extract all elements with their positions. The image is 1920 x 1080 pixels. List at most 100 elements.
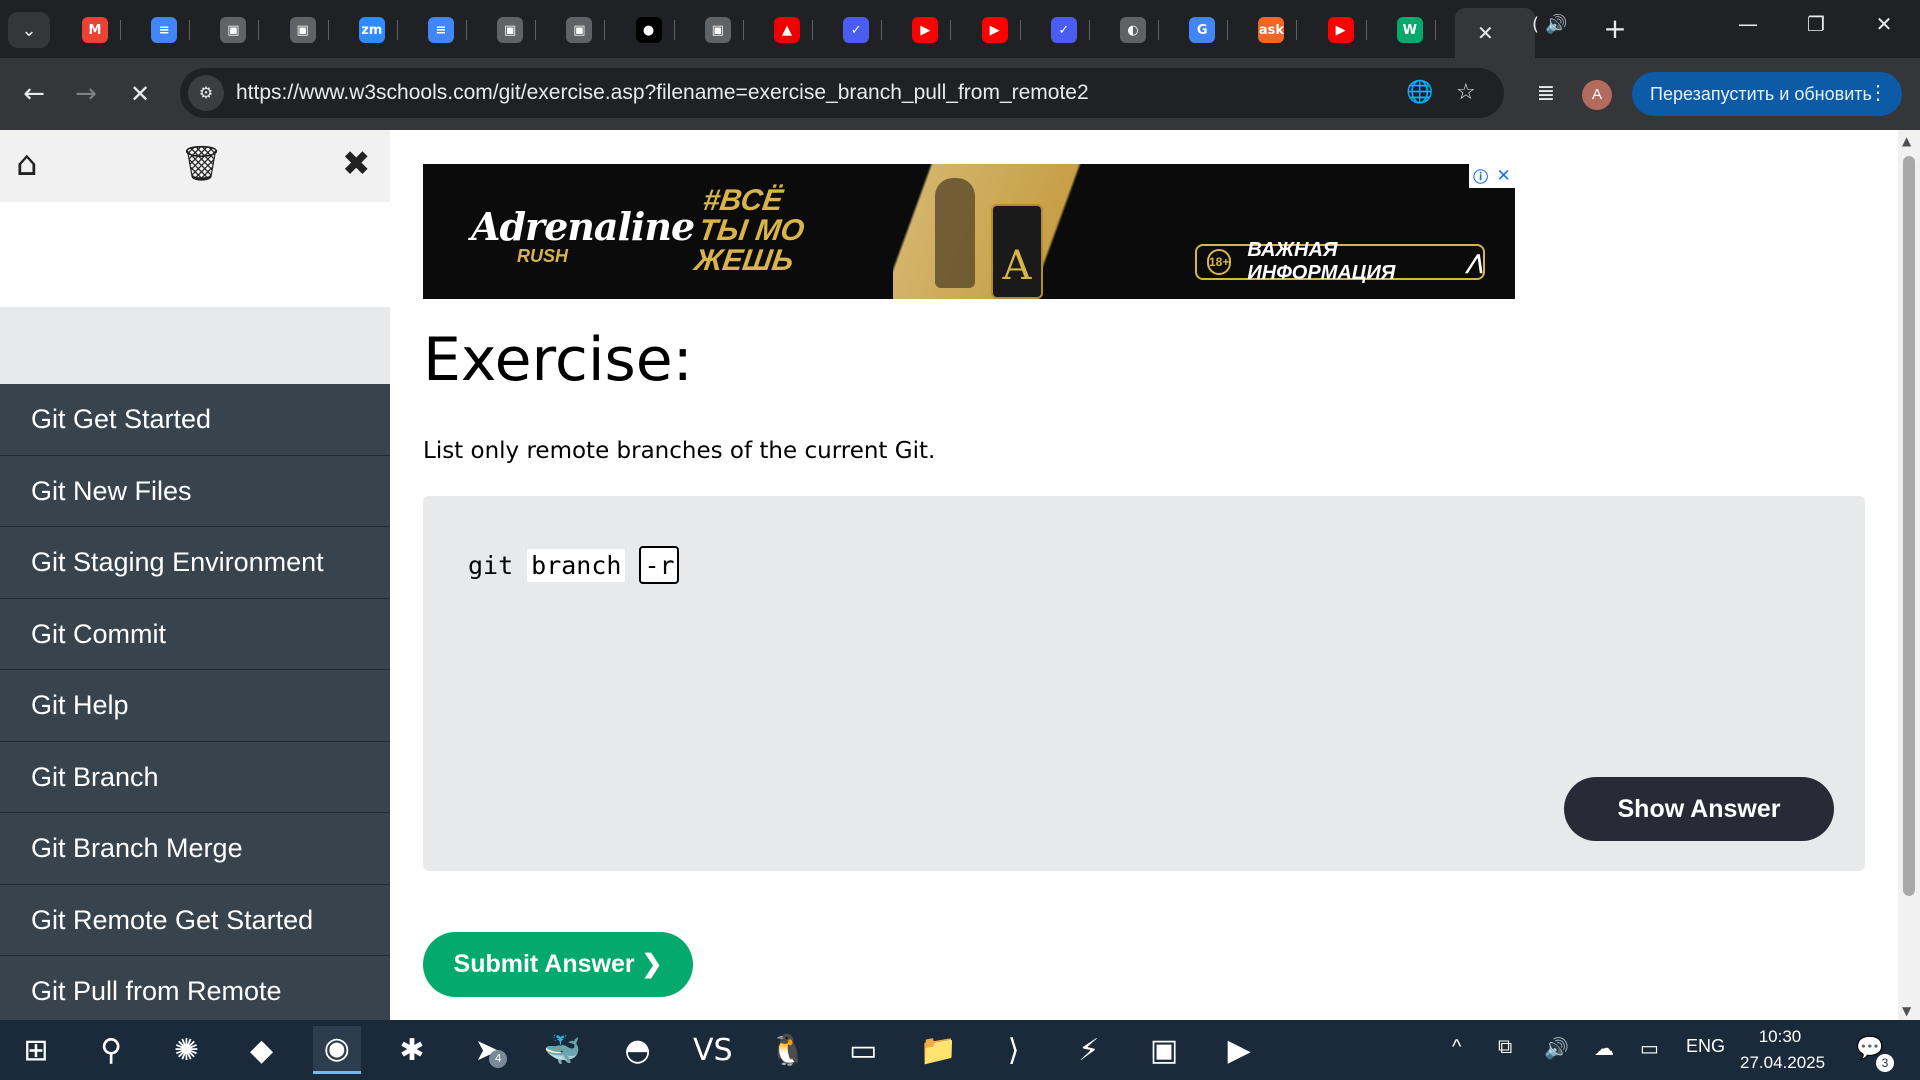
bookmark-star-icon[interactable]: ☆: [1456, 80, 1476, 105]
translate-icon[interactable]: 🌐: [1406, 80, 1433, 105]
url-text[interactable]: https://www.w3schools.com/git/exercise.a…: [236, 68, 1089, 118]
file-explorer-icon[interactable]: 📁: [914, 1026, 962, 1074]
start-button[interactable]: ⊞: [12, 1026, 60, 1074]
vscode-icon[interactable]: ⟩: [990, 1026, 1038, 1074]
chrome-icon[interactable]: ◉: [312, 1026, 361, 1074]
ask-icon: ask: [1258, 17, 1285, 43]
browser-tab[interactable]: zm: [345, 10, 411, 50]
browser-tab[interactable]: ▶: [968, 10, 1034, 50]
browser-tab[interactable]: ◐: [1106, 10, 1172, 50]
nav-item-git-branch[interactable]: Git Branch: [0, 742, 390, 813]
browser-tab[interactable]: ≡: [137, 10, 203, 50]
volume-icon[interactable]: 🔊: [1544, 1036, 1569, 1061]
browser-tab[interactable]: ▣: [483, 10, 549, 50]
scrollbar-thumb[interactable]: [1903, 156, 1915, 896]
browser-tab[interactable]: M: [68, 10, 134, 50]
show-answer-button[interactable]: Show Answer: [1564, 777, 1834, 841]
browser-tab[interactable]: ✓: [829, 10, 895, 50]
back-icon[interactable]: ←: [16, 76, 52, 112]
scroll-up-arrow-icon[interactable]: ▲: [1902, 134, 1911, 148]
tab-search-button[interactable]: ⌄: [8, 12, 50, 48]
telegram-icon[interactable]: ➤ 4: [463, 1026, 511, 1074]
nav-item-git-commit[interactable]: Git Commit: [0, 599, 390, 670]
close-tab-icon[interactable]: ✕: [1477, 21, 1494, 45]
edge-icon[interactable]: ◓: [614, 1026, 662, 1074]
ad-close-icon[interactable]: ✕: [1497, 166, 1511, 186]
relaunch-update-button[interactable]: Перезапустить и обновить ⋮: [1632, 72, 1902, 116]
nav-item-git-pull-from-remote[interactable]: Git Pull from Remote: [0, 956, 390, 1020]
tab-separator: [950, 20, 952, 40]
close-window-icon[interactable]: ✕: [1864, 12, 1904, 36]
ad-choices[interactable]: ⓘ ✕: [1469, 164, 1515, 188]
browser-tab[interactable]: ▣: [691, 10, 757, 50]
google-docs-icon: ≡: [428, 17, 454, 43]
chatgpt-icon[interactable]: ✺: [162, 1026, 210, 1074]
browser-tab[interactable]: ▲: [760, 10, 826, 50]
minimize-icon[interactable]: —: [1728, 12, 1768, 36]
ad-banner[interactable]: Adrenaline RUSH #ВСЁ ТЫ МО ЖЕШЬ A 18+ ВА…: [423, 164, 1515, 299]
profile-avatar[interactable]: A: [1582, 80, 1612, 110]
code-command: git: [468, 550, 514, 580]
browser-tab[interactable]: G: [1175, 10, 1241, 50]
browser-tab[interactable]: ≡: [414, 10, 480, 50]
new-tab-button[interactable]: +: [1598, 14, 1632, 48]
active-tab[interactable]: ✕: [1455, 8, 1535, 58]
home-icon[interactable]: ⌂: [16, 144, 38, 184]
audio-tab[interactable]: ( 🔊: [1532, 14, 1567, 35]
app-red-icon[interactable]: ✱: [388, 1026, 436, 1074]
media-player-icon[interactable]: ▶: [1215, 1026, 1263, 1074]
nav-item-git-staging-environment[interactable]: Git Staging Environment: [0, 527, 390, 599]
trash-icon[interactable]: 🗑: [180, 144, 223, 184]
penguin-icon[interactable]: 🐧: [764, 1026, 812, 1074]
onedrive-cloud-icon[interactable]: ☁: [1594, 1036, 1614, 1061]
browser-tab[interactable]: ▣: [276, 10, 342, 50]
terminal-icon[interactable]: ▭: [839, 1026, 887, 1074]
docker-icon[interactable]: 🐳: [538, 1026, 586, 1074]
nav-item-git-new-files[interactable]: Git New Files: [0, 456, 390, 527]
tab-separator: [812, 20, 813, 40]
browser-tab[interactable]: ▶: [1314, 10, 1380, 50]
kebab-menu-icon[interactable]: ⋮: [1868, 80, 1888, 105]
answer-input[interactable]: [639, 546, 680, 584]
youtube-icon: ▶: [981, 17, 1008, 43]
submit-answer-button[interactable]: Submit Answer ❯: [423, 932, 693, 997]
close-sidebar-icon[interactable]: ✖: [342, 144, 371, 184]
nav-item-git-remote-get-started[interactable]: Git Remote Get Started: [0, 885, 390, 956]
tray-overflow-chevron-icon[interactable]: ^: [1452, 1036, 1461, 1059]
w3schools-icon: W: [1396, 17, 1423, 43]
tab-separator: [396, 20, 398, 40]
ad-person-image: [935, 178, 975, 288]
browser-tab[interactable]: ✓: [1037, 10, 1103, 50]
nav-item-git-branch-merge[interactable]: Git Branch Merge: [0, 813, 390, 885]
browser-tab[interactable]: ▣: [206, 10, 272, 50]
address-bar[interactable]: ⚙ https://www.w3schools.com/git/exercise…: [180, 68, 1504, 118]
scroll-down-arrow-icon[interactable]: ▼: [1902, 1004, 1911, 1018]
visual-studio-icon[interactable]: VS: [689, 1026, 737, 1074]
exercise-box: git branch Show Answer: [423, 496, 1865, 871]
battery-icon[interactable]: ▭: [1640, 1036, 1659, 1061]
x64-tool-icon[interactable]: ⚡: [1065, 1026, 1113, 1074]
browser-tab[interactable]: W: [1383, 10, 1449, 50]
ad-info-button[interactable]: 18+ ВАЖНАЯ ИНФОРМАЦИЯ ⋀: [1195, 239, 1485, 284]
stop-loading-icon[interactable]: ✕: [122, 76, 158, 112]
search-icon[interactable]: ⚲: [87, 1026, 135, 1074]
nav-item-git-help[interactable]: Git Help: [0, 670, 390, 742]
remote-terminal-icon[interactable]: ▣: [1140, 1026, 1188, 1074]
page-scrollbar[interactable]: ▲ ▼: [1898, 130, 1920, 1020]
google-docs-icon: ≡: [151, 17, 178, 43]
browser-tab[interactable]: ask: [1244, 10, 1310, 50]
site-info-icon[interactable]: ⚙: [188, 75, 224, 111]
clock[interactable]: 10:30 27.04.2025: [1740, 1024, 1825, 1076]
browser-tab[interactable]: ●: [622, 10, 688, 50]
tab-separator: [327, 20, 329, 40]
browser-tab[interactable]: ▣: [552, 10, 618, 50]
browser-tab[interactable]: ▶: [898, 10, 964, 50]
ad-info-icon[interactable]: ⓘ: [1473, 166, 1488, 187]
copilot-icon[interactable]: ◆: [238, 1026, 286, 1074]
reading-list-icon[interactable]: ≣: [1528, 76, 1564, 112]
forward-icon[interactable]: →: [68, 76, 104, 112]
nav-item-git-get-started[interactable]: Git Get Started: [0, 384, 390, 456]
language-indicator[interactable]: ENG: [1686, 1036, 1725, 1057]
tray-device-icon[interactable]: ⧉: [1498, 1036, 1512, 1059]
restore-icon[interactable]: ❐: [1796, 12, 1836, 36]
